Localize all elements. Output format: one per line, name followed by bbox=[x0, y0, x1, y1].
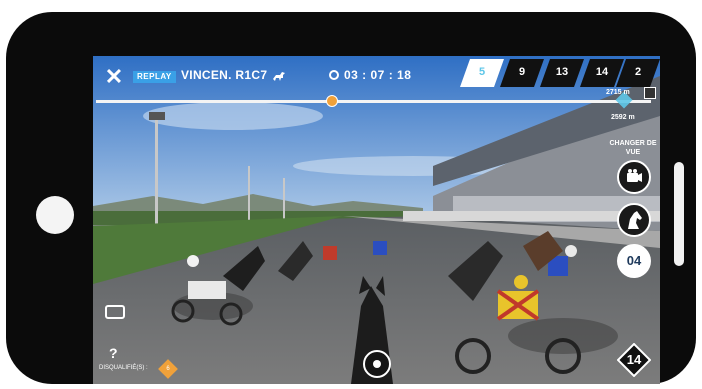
phone-home-button bbox=[36, 196, 74, 234]
distance-total: 2592 m bbox=[611, 114, 635, 121]
position-badge-2[interactable]: 9 bbox=[500, 59, 544, 87]
change-view-label: CHANGER DE VUE bbox=[609, 140, 657, 156]
position-badge-label: 5 bbox=[478, 66, 486, 78]
track-map-icon[interactable] bbox=[644, 87, 656, 99]
close-button[interactable]: ✕ bbox=[103, 66, 125, 88]
race-progress-track[interactable] bbox=[96, 100, 651, 103]
position-badge-label: 9 bbox=[518, 66, 526, 78]
distance-remaining: 2715 m bbox=[606, 89, 630, 96]
focus-horse-badge[interactable]: 14 bbox=[616, 342, 652, 378]
top-hud: ✕ REPLAY VINCEN. R1C7 03 : 07 : 18 5 9 1… bbox=[93, 56, 660, 98]
race-scene bbox=[93, 56, 660, 384]
horse-head-icon bbox=[628, 211, 642, 229]
phone-frame: ✕ REPLAY VINCEN. R1C7 03 : 07 : 18 5 9 1… bbox=[6, 12, 696, 384]
help-icon[interactable]: ? bbox=[109, 345, 118, 361]
close-icon: ✕ bbox=[104, 64, 124, 89]
vr-headset-icon[interactable] bbox=[105, 305, 125, 319]
camera-icon bbox=[627, 169, 642, 182]
position-badge-label: 2 bbox=[634, 66, 642, 78]
race-name: VINCEN. R1C7 bbox=[181, 68, 268, 82]
selected-horse-button[interactable]: 04 bbox=[617, 244, 651, 278]
replay-badge: REPLAY bbox=[133, 71, 176, 83]
disqualified-badge-number: 6 bbox=[166, 366, 170, 372]
stopwatch-icon bbox=[329, 70, 339, 80]
position-badge-1[interactable]: 5 bbox=[460, 59, 504, 87]
horse-view-button[interactable] bbox=[617, 203, 651, 237]
position-badge-3[interactable]: 13 bbox=[540, 59, 584, 87]
camera-icon bbox=[373, 360, 381, 368]
phone-side-bar bbox=[674, 162, 684, 266]
race-screen: ✕ REPLAY VINCEN. R1C7 03 : 07 : 18 5 9 1… bbox=[93, 56, 660, 384]
disqualified-label: DISQUALIFIÉ(S) : bbox=[99, 365, 148, 371]
race-timer: 03 : 07 : 18 bbox=[344, 68, 412, 82]
race-progress-marker[interactable] bbox=[326, 95, 338, 107]
center-camera-button[interactable] bbox=[363, 350, 391, 378]
trotting-horse-icon bbox=[271, 69, 287, 83]
focus-horse-number: 14 bbox=[626, 352, 642, 367]
position-badge-label: 13 bbox=[555, 66, 569, 78]
position-badge-5[interactable]: 2 bbox=[616, 59, 660, 87]
disqualified-badge[interactable]: 6 bbox=[158, 359, 178, 379]
change-view-button[interactable] bbox=[617, 160, 651, 194]
